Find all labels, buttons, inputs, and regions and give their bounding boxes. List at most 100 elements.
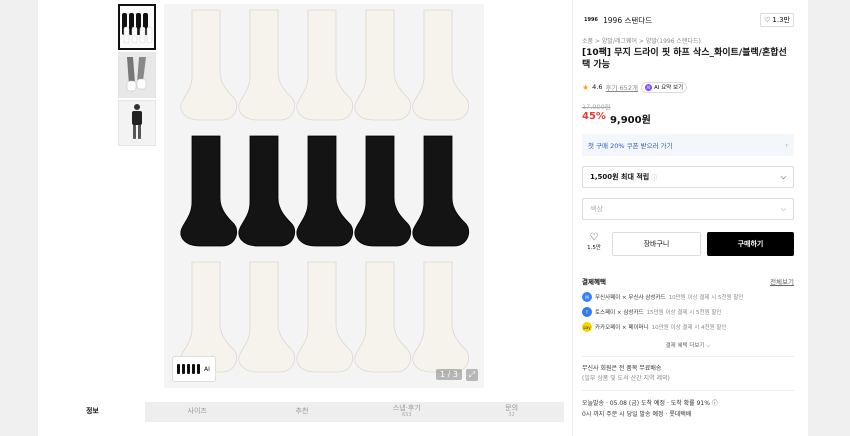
benefit-label: 토스페이 × 삼성카드: [595, 310, 644, 316]
black-sock-image: [412, 135, 470, 247]
delivery-info: 오늘발송 · 05.08 (금) 도착 예정 · 도착 확률 91% ⓘ 0시 …: [582, 398, 718, 420]
white-sock-image: [180, 9, 238, 121]
model-legs-thumbnail-image: [119, 53, 155, 97]
right-gutter: [808, 0, 850, 436]
tab-label: 정보: [85, 407, 99, 416]
tab-count: 653: [402, 412, 412, 419]
original-price: 17,900원: [582, 103, 611, 111]
info-icon: ⓘ: [651, 174, 658, 182]
wishlist-button[interactable]: ♡ 1.5만: [582, 232, 606, 256]
rating-row: ★ 4.6 후기 652개 AI AI 요약 보기: [582, 81, 688, 93]
add-to-cart-button[interactable]: 장바구니: [612, 232, 701, 256]
expand-icon[interactable]: ⤢: [466, 369, 478, 381]
heart-icon: ♡: [764, 16, 771, 24]
divider: [582, 356, 794, 357]
review-count-link[interactable]: 후기 652개: [606, 82, 638, 92]
ai-summary-label: AI 요약 보기: [653, 85, 684, 91]
thumbnail-3[interactable]: [118, 100, 156, 146]
benefit-label: 카카오페이 × 페이머니: [595, 325, 649, 331]
rating-value: 4.6: [592, 83, 603, 91]
tab-recommend[interactable]: 추천: [249, 402, 355, 422]
chevron-down-icon: ⌵: [780, 172, 786, 181]
tab-inquiry[interactable]: 문의 32: [459, 402, 564, 422]
white-sock-image: [412, 9, 470, 121]
thumbnail-1[interactable]: [118, 4, 156, 50]
white-sock-image: [354, 9, 412, 121]
white-sock-image: [412, 261, 470, 373]
tab-count: 32: [508, 412, 515, 419]
purchase-actions: ♡ 1.5만 장바구니 구매하기: [582, 232, 794, 256]
points-label: 1,500원 최대 적립: [590, 173, 650, 181]
white-sock-image: [238, 261, 296, 373]
benefit-detail: 10만원 이상 결제 시 4천원 할인: [651, 325, 727, 331]
toss-pay-icon: T: [582, 307, 592, 317]
tab-label: 추천: [295, 407, 309, 416]
product-info-panel: 1996 1996 스탠다드 ♡ 1.3만 소품 > 양말/레그웨어 > 양말(…: [572, 0, 808, 436]
sale-price: 9,900원: [609, 115, 651, 126]
thumbnail-list: [118, 4, 156, 148]
ai-icon: AI: [644, 83, 652, 91]
benefits-more-toggle[interactable]: 결제 혜택 더보기 ⌵: [582, 341, 794, 350]
product-title: [10팩] 무지 드라이 핏 하프 삭스_화이트/블랙/혼합선택 가능: [582, 48, 787, 70]
mini-thumbnail-card[interactable]: AI: [172, 356, 216, 382]
coupon-text: 첫 구매 20% 쿠폰 받으러 가기: [588, 142, 673, 150]
benefit-item: T 토스페이 × 삼성카드 15만원 이상 결제 시 5천원 할인: [582, 307, 794, 317]
white-sock-image: [238, 9, 296, 121]
heart-icon: ♡: [589, 232, 599, 243]
benefits-title: 결제혜택: [582, 278, 606, 286]
kakao-pay-icon: pay: [582, 322, 592, 332]
mini-card-label: AI: [204, 365, 210, 373]
benefit-detail: 15만원 이상 결제 시 5천원 할인: [646, 310, 722, 316]
musinsa-pay-icon: M: [582, 292, 592, 302]
benefit-label: 무신사페이 × 무신사 삼성카드: [595, 295, 666, 301]
color-option-select[interactable]: 색상 ⌵: [582, 198, 794, 220]
price-row: 45% 9,900원: [582, 111, 651, 126]
image-pager: 1 / 3: [436, 369, 462, 380]
black-sock-image: [180, 135, 238, 247]
payment-benefits-header: 결제혜택 전체보기: [582, 276, 794, 286]
socks-fan-thumbnail-image: [122, 13, 153, 44]
benefit-detail: 10만원 이상 결제 시 5천원 할인: [668, 295, 744, 301]
delivery-line: 0시 까지 주문 시 당일 발송 예정 · 롯데택배: [582, 411, 692, 418]
chevron-down-icon: ⌵: [780, 204, 786, 213]
mini-socks-icon: [177, 364, 200, 374]
chevron-right-icon: ›: [785, 141, 788, 149]
white-sock-image: [296, 9, 354, 121]
black-sock-image: [238, 135, 296, 247]
brand-like-count: 1.3만: [772, 16, 790, 24]
brand-logo[interactable]: 1996: [582, 14, 600, 26]
detail-tabs: 정보 사이즈 추천 스냅·후기 653 문의 32: [40, 402, 564, 436]
tab-size[interactable]: 사이즈: [144, 402, 250, 422]
option-placeholder: 색상: [590, 205, 603, 213]
white-sock-image: [296, 261, 354, 373]
brand-name[interactable]: 1996 스탠다드: [603, 15, 652, 26]
discount-rate: 45%: [582, 111, 606, 122]
brand-like-button[interactable]: ♡ 1.3만: [760, 13, 794, 27]
benefits-view-all-link[interactable]: 전체보기: [770, 276, 794, 286]
star-icon: ★: [582, 82, 590, 92]
breadcrumb[interactable]: 소품 > 양말/레그웨어 > 양말(1996 스탠다드): [582, 36, 701, 45]
shipping-line: 무신사 회원은 전 품목 무료배송: [582, 365, 662, 372]
shipping-info: 무신사 회원은 전 품목 무료배송 (일부 상품 및 도서 산간 지역 제외): [582, 364, 670, 384]
page: AI 1 / 3 ⤢ 정보 사이즈 추천 스냅·후기 653 문의 32 1996 …: [0, 0, 850, 436]
thumbnail-2[interactable]: [118, 52, 156, 98]
benefit-item: pay 카카오페이 × 페이머니 10만원 이상 결제 시 4천원 할인: [582, 322, 794, 332]
coupon-banner[interactable]: 첫 구매 20% 쿠폰 받으러 가기 ›: [582, 134, 794, 156]
black-sock-image: [354, 135, 412, 247]
buy-now-button[interactable]: 구매하기: [707, 232, 794, 256]
divider: [582, 390, 794, 391]
benefit-item: M 무신사페이 × 무신사 삼성카드 10만원 이상 결제 시 5천원 할인: [582, 292, 794, 302]
tab-label: 사이즈: [187, 407, 207, 416]
brand-row: 1996 1996 스탠다드 ♡ 1.3만: [582, 12, 794, 28]
ai-summary-button[interactable]: AI AI 요약 보기: [640, 81, 688, 93]
shipping-note: (일부 상품 및 도서 산간 지역 제외): [582, 375, 670, 382]
wishlist-count: 1.5만: [587, 245, 601, 251]
socks-grid-image: [180, 9, 470, 373]
tab-reviews[interactable]: 스냅·후기 653: [354, 402, 460, 422]
model-standing-thumbnail-image: [119, 101, 155, 145]
main-product-image[interactable]: AI 1 / 3 ⤢: [164, 4, 484, 388]
delivery-line: 오늘발송 · 05.08 (금) 도착 예정 · 도착 확률 91% ⓘ: [582, 400, 718, 407]
tab-info[interactable]: 정보: [40, 402, 145, 422]
points-dropdown[interactable]: 1,500원 최대 적립 ⓘ ⌵: [582, 166, 794, 188]
black-sock-image: [296, 135, 354, 247]
